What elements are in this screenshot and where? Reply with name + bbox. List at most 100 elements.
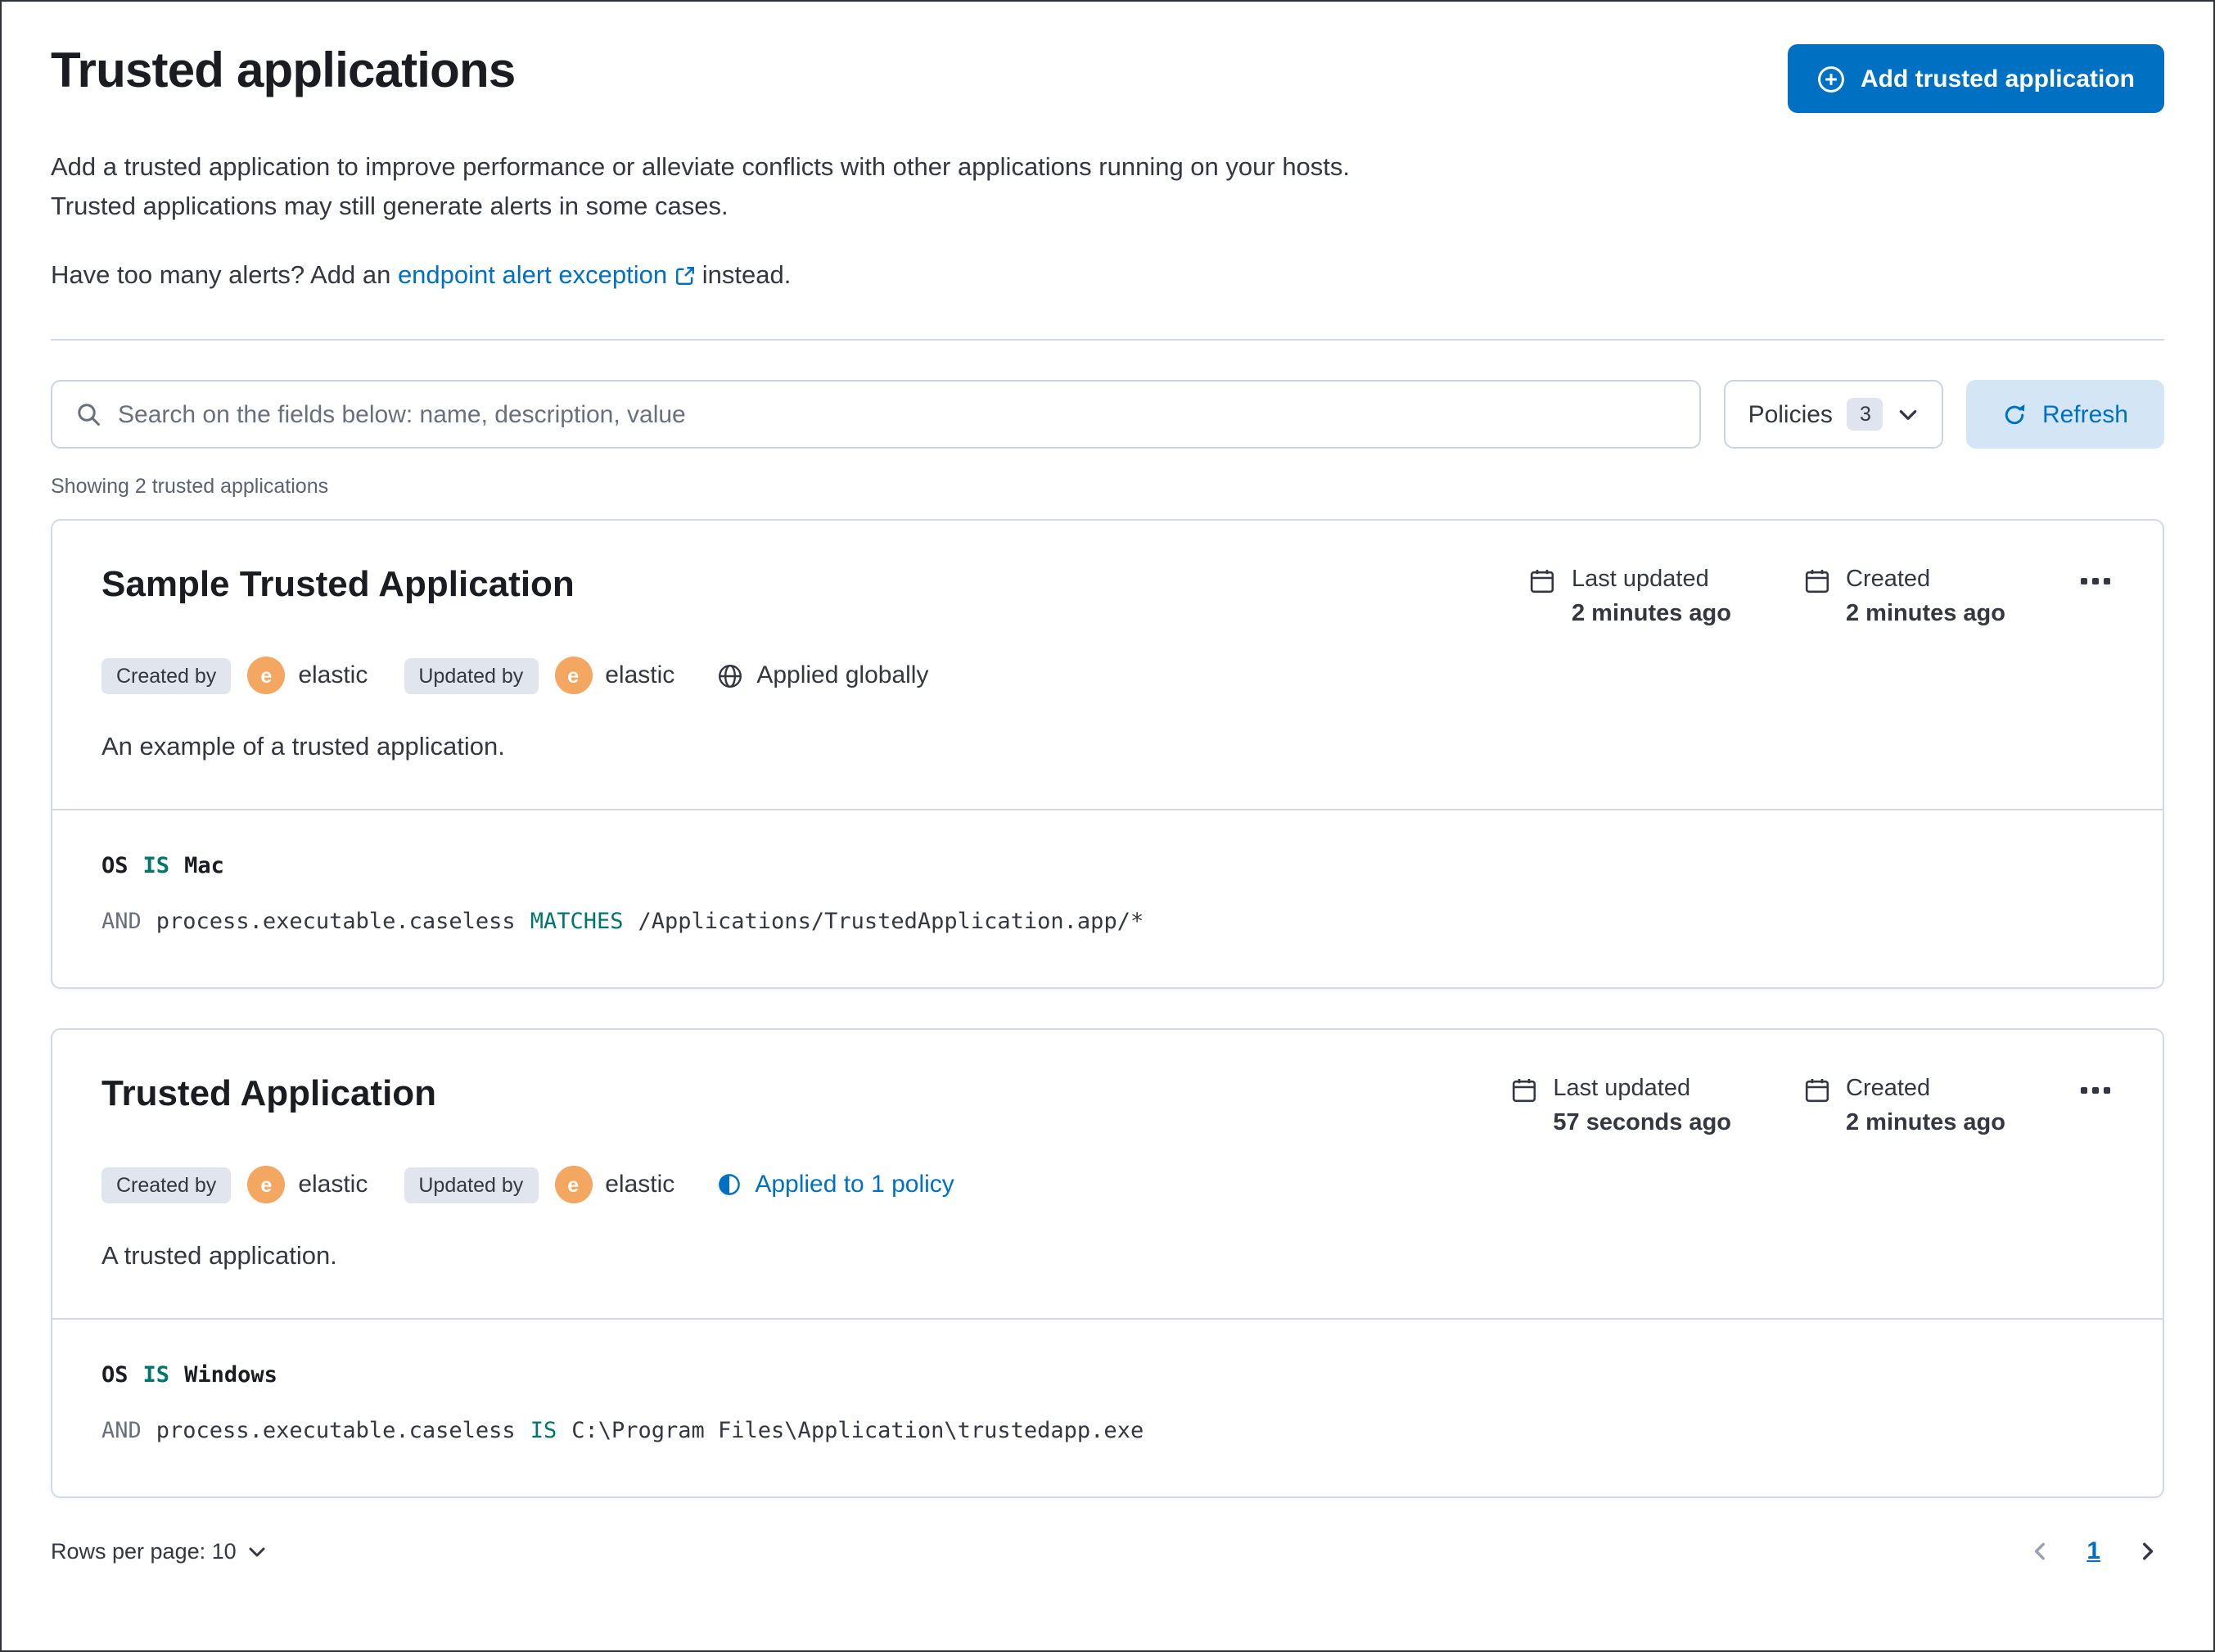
policies-filter-button[interactable]: Policies 3 <box>1723 380 1944 449</box>
created-value: 2 minutes ago <box>1846 1110 2005 1136</box>
updated-by-user: elastic <box>605 1171 675 1198</box>
condition-operator: IS <box>530 1418 557 1444</box>
created-by-badge: Created by <box>102 657 232 693</box>
card-actions-menu-button[interactable] <box>2077 566 2113 596</box>
condition-prefix: AND <box>102 1418 142 1444</box>
last-updated-value: 57 seconds ago <box>1553 1110 1731 1136</box>
created-value: 2 minutes ago <box>1846 601 2005 627</box>
condition-operator: IS <box>142 853 170 879</box>
page-description: Add a trusted application to improve per… <box>51 154 1351 221</box>
card-meta-group: Last updated 57 seconds ago Created 2 mi… <box>1510 1072 2113 1136</box>
created-by-user: elastic <box>298 1171 368 1198</box>
page-title: Trusted applications <box>51 44 516 98</box>
condition-field: process.executable.caseless <box>156 909 516 935</box>
pagination-prev-button[interactable] <box>2023 1534 2057 1568</box>
card-title: Sample Trusted Application <box>102 563 575 604</box>
alerts-hint-suffix: instead. <box>695 262 792 290</box>
chevron-down-icon <box>248 1541 268 1561</box>
card-actions-menu-button[interactable] <box>2077 1076 2113 1105</box>
alerts-hint-prefix: Have too many alerts? Add an <box>51 262 398 290</box>
condition-field: OS <box>102 1362 129 1388</box>
policies-count-badge: 3 <box>1847 398 1883 431</box>
search-box[interactable] <box>51 380 1701 449</box>
rows-per-page-label: Rows per page: 10 <box>51 1539 237 1564</box>
last-updated-value: 2 minutes ago <box>1572 601 1731 627</box>
last-updated-meta: Last updated 2 minutes ago <box>1529 566 1731 627</box>
alerts-hint: Have too many alerts? Add an endpoint al… <box>51 257 2164 300</box>
scope-label: Applied globally <box>756 661 929 689</box>
condition-value: /Applications/TrustedApplication.app/* <box>638 909 1144 935</box>
search-icon <box>75 401 102 427</box>
condition-line: AND process.executable.caseless IS C:\Progr… <box>102 1418 2113 1444</box>
calendar-icon <box>1803 566 1829 627</box>
created-by-avatar: e <box>247 1166 286 1203</box>
last-updated-meta: Last updated 57 seconds ago <box>1510 1076 1731 1136</box>
condition-prefix: AND <box>102 909 142 935</box>
pagination-next-button[interactable] <box>2130 1534 2164 1568</box>
refresh-icon <box>2003 402 2028 427</box>
created-label: Created <box>1846 1076 1931 1102</box>
calendar-icon <box>1803 1076 1829 1136</box>
refresh-label: Refresh <box>2041 400 2128 428</box>
scope-label: Applied to 1 policy <box>755 1171 954 1198</box>
page-header: Trusted applications Add trusted applica… <box>51 44 2164 113</box>
showing-count-text: Showing 2 trusted applications <box>51 475 329 498</box>
condition-line: OS IS Mac <box>102 853 2113 879</box>
card-top: Trusted Application Last updated 57 seco… <box>52 1030 2163 1318</box>
calendar-icon <box>1510 1076 1536 1136</box>
search-input[interactable] <box>118 400 1676 428</box>
pagination-page-1-button[interactable]: 1 <box>2077 1534 2110 1568</box>
condition-value: C:\Program Files\Application\trustedapp.… <box>571 1418 1144 1444</box>
card-description: An example of a trusted application. <box>102 733 505 761</box>
condition-field: process.executable.caseless <box>156 1418 516 1444</box>
trusted-app-card: Sample Trusted Application Last updated … <box>51 519 2164 989</box>
external-link-icon[interactable] <box>674 260 695 300</box>
card-conditions: OS IS Windows AND process.executable.casele… <box>52 1318 2163 1496</box>
globe-icon <box>717 662 743 688</box>
updated-by-user: elastic <box>605 661 675 689</box>
ellipsis-icon <box>2081 578 2087 585</box>
toolbar: Policies 3 Refresh <box>51 380 2164 449</box>
last-updated-label: Last updated <box>1553 1076 1691 1102</box>
add-trusted-application-button[interactable]: Add trusted application <box>1788 44 2164 113</box>
scope-indicator: Applied globally <box>717 661 928 689</box>
card-description: A trusted application. <box>102 1243 337 1271</box>
chevron-down-icon <box>1898 404 1920 425</box>
condition-field: OS <box>102 853 129 879</box>
trusted-app-card: Trusted Application Last updated 57 seco… <box>51 1028 2164 1498</box>
condition-operator: MATCHES <box>530 909 624 935</box>
card-badges-row: Created by e elastic Updated by e elasti… <box>102 1166 2113 1203</box>
refresh-button[interactable]: Refresh <box>1966 380 2164 449</box>
header-divider <box>51 339 2164 341</box>
calendar-icon <box>1529 566 1555 627</box>
scope-policy-link[interactable]: Applied to 1 policy <box>717 1171 954 1198</box>
updated-by-avatar: e <box>554 1166 593 1203</box>
card-header: Sample Trusted Application Last updated … <box>102 563 2113 627</box>
rows-per-page-button[interactable]: Rows per page: 10 <box>51 1539 268 1564</box>
card-meta-group: Last updated 2 minutes ago Created 2 min… <box>1529 563 2113 627</box>
chevron-left-icon <box>2029 1541 2050 1562</box>
condition-value: Windows <box>184 1362 277 1388</box>
endpoint-alert-exception-link[interactable]: endpoint alert exception <box>398 262 667 290</box>
card-header: Trusted Application Last updated 57 seco… <box>102 1072 2113 1136</box>
condition-operator: IS <box>142 1362 170 1388</box>
created-meta: Created 2 minutes ago <box>1803 1076 2005 1136</box>
created-meta: Created 2 minutes ago <box>1803 566 2005 627</box>
chevron-right-icon <box>2136 1541 2158 1562</box>
trusted-applications-page: Trusted applications Add trusted applica… <box>0 0 2215 1652</box>
condition-line: OS IS Windows <box>102 1362 2113 1388</box>
last-updated-label: Last updated <box>1572 566 1709 593</box>
condition-line: AND process.executable.caseless MATCHES/Ap… <box>102 909 2113 935</box>
updated-by-badge: Updated by <box>404 1167 539 1203</box>
add-trusted-application-label: Add trusted application <box>1860 65 2135 93</box>
updated-by-badge: Updated by <box>404 657 539 693</box>
created-by-badge: Created by <box>102 1167 232 1203</box>
created-label: Created <box>1846 566 1931 593</box>
created-by-user: elastic <box>298 661 368 689</box>
partial-policy-icon <box>717 1172 742 1197</box>
card-top: Sample Trusted Application Last updated … <box>52 521 2163 809</box>
card-title: Trusted Application <box>102 1072 437 1113</box>
card-conditions: OS IS Mac AND process.executable.caseless MA… <box>52 809 2163 987</box>
card-badges-row: Created by e elastic Updated by e elasti… <box>102 657 2113 694</box>
condition-value: Mac <box>184 853 224 879</box>
